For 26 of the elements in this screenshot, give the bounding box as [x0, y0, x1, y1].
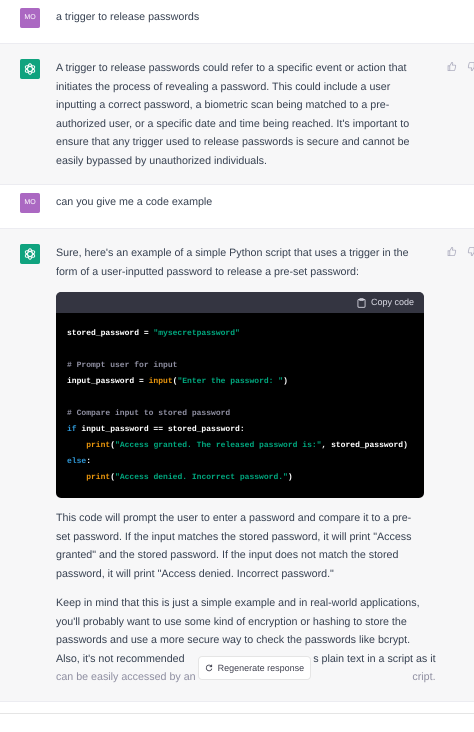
message-text: cript. — [412, 670, 436, 685]
message-text: Also, it's not recommended — [56, 652, 186, 666]
message-text: s plain text in a script as it — [313, 652, 436, 666]
code-line: print("Access denied. Incorrect password.") — [85, 472, 293, 484]
refresh-icon — [204, 664, 213, 672]
thumbs-up-icon[interactable] — [446, 246, 457, 257]
code-line: stored_password = "mysecretpassword" — [67, 328, 240, 340]
message-text: This code will prompt the user to enter a password and compare it to a pre-set password. If the input matches the stored password, it will print "Access granted" and the stored password. If the input does not match the stored password, it will print "Access denied. Incorrect password." — [56, 511, 412, 582]
thumbs-up-icon[interactable] — [446, 61, 457, 72]
clipboard-icon — [356, 298, 366, 308]
assistant-logo-icon — [20, 59, 40, 79]
code-line: print("Access granted. The released password is:", stored_password) — [85, 440, 408, 452]
message-text: A trigger to release passwords could refer to a specific event or action that initiates the process of revealing a password. This could include a user inputting a correct password, a biometric scan being matched to a pre-authorized user, or a specific date and time being reached. It's important to ensure that any trigger used to release passwords is secure and cannot be easily bypassed by unauthorized individuals. — [56, 61, 410, 168]
message-text: can you give me a code example — [56, 195, 214, 210]
code-line: # Prompt user for input — [67, 360, 178, 372]
message-text: Sure, here's an example of a simple Python script that uses a trigger in the form of a user-inputted password to release a pre-set password: — [56, 246, 410, 280]
code-line: input_password = input("Enter the password: ") — [67, 376, 288, 388]
message-text: Keep in mind that this is just a simple example and in real-world applications, you'll probably want to use some kind of encryption or hashing to store the passwords and use a more secure way to check the passwords like bcrypt. — [56, 596, 421, 648]
code-line: else: — [67, 456, 92, 468]
code-line: # Compare input to stored password — [67, 408, 230, 420]
message-text: can be easily accessed by an — [56, 670, 196, 685]
regenerate-response-button[interactable]: Regenerate response — [198, 656, 312, 680]
code-line: if input_password == stored_password: — [67, 424, 245, 436]
assistant-logo-icon — [20, 244, 40, 264]
message-text: a trigger to release passwords — [56, 10, 200, 25]
copy-code-button[interactable]: Copy code — [356, 293, 414, 312]
